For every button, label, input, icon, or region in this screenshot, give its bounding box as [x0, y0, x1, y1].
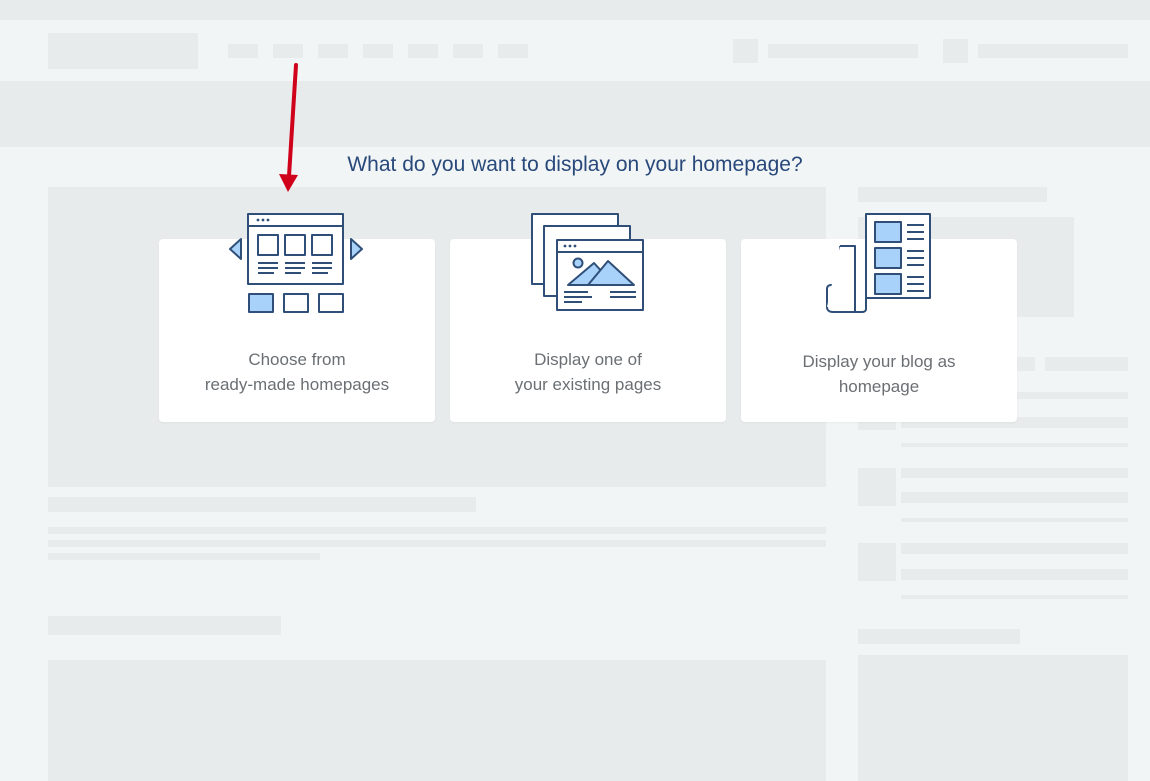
sidebar-line-placeholder: [901, 569, 1128, 580]
nav-placeholder: [363, 44, 393, 58]
sidebar-thumb-placeholder: [858, 543, 896, 581]
nav-placeholder: [408, 44, 438, 58]
option-label: Display one of your existing pages: [514, 350, 662, 394]
homepage-templates-icon: [229, 213, 363, 313]
banner-placeholder: [0, 81, 1150, 147]
nav-placeholder: [273, 44, 303, 58]
logo-placeholder: [48, 33, 198, 69]
nav-placeholder: [498, 44, 528, 58]
sidebar-line-placeholder: [901, 518, 1128, 522]
sidebar-thumb-placeholder: [858, 468, 896, 506]
content-block-placeholder: [48, 660, 826, 781]
sidebar-line-placeholder: [901, 443, 1128, 447]
nav-placeholder: [453, 44, 483, 58]
sidebar-line-placeholder: [901, 595, 1128, 599]
header-text-placeholder: [768, 44, 918, 58]
header-icon-placeholder: [733, 39, 758, 63]
text-line-placeholder: [48, 527, 826, 534]
sidebar-line-placeholder: [901, 468, 1128, 478]
heading-placeholder: [48, 616, 281, 635]
nav-placeholder: [318, 44, 348, 58]
option-label: Choose from ready-made homepages: [204, 350, 390, 394]
header-icon-placeholder: [943, 39, 968, 63]
sidebar-heading-placeholder: [858, 629, 1020, 644]
sidebar-block-placeholder: [858, 655, 1128, 781]
option-label: Display your blog as homepage: [802, 352, 956, 396]
sidebar-line-placeholder: [901, 543, 1128, 554]
nav-placeholder: [228, 44, 258, 58]
header-text-placeholder: [978, 44, 1128, 58]
annotation-arrow-icon: [279, 63, 298, 192]
heading-placeholder: [48, 497, 476, 512]
existing-pages-icon: [531, 213, 644, 311]
sidebar-heading-placeholder: [858, 187, 1047, 202]
text-line-placeholder: [48, 540, 826, 547]
blog-newspaper-icon: [826, 213, 931, 313]
sidebar-line-placeholder: [901, 492, 1128, 503]
sidebar-tag-placeholder: [1045, 357, 1128, 371]
homepage-question: What do you want to display on your home…: [347, 153, 803, 176]
top-bar-placeholder: [0, 0, 1150, 20]
text-line-placeholder: [48, 553, 320, 560]
sidebar-tag-placeholder: [1015, 357, 1035, 371]
